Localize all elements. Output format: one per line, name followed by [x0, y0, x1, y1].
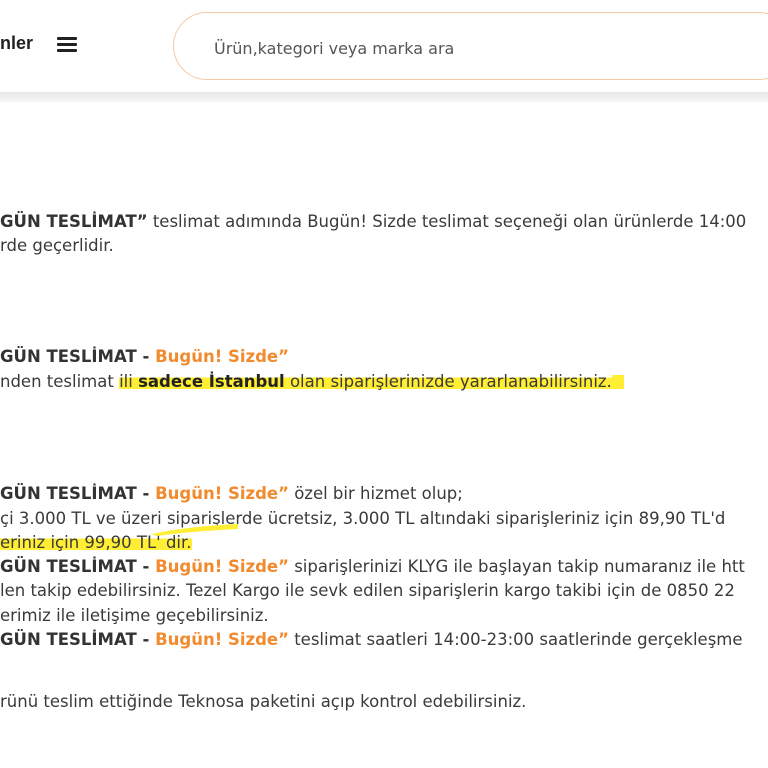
p3-bold: GÜN TESLİMAT - [0, 484, 156, 503]
p3-bold-3: GÜN TESLİMAT - [0, 630, 156, 649]
p3-line-7: GÜN TESLİMAT - Bugün! Sizde” teslimat sa… [0, 628, 743, 652]
p3-text-3: teslimat saatleri 14:00-23:00 saatlerind… [288, 630, 743, 649]
p3-line-5: len takip edebilirsiniz. Tezel Kargo ile… [0, 581, 735, 600]
p2-highlight-1: ili [119, 372, 139, 391]
p3-line-1: GÜN TESLİMAT - Bugün! Sizde” özel bir hi… [0, 482, 463, 506]
p2-highlight-2: olan siparişlerinizde yararlanabilirsini… [284, 372, 612, 391]
p1-text: teslimat adımında Bugün! Sizde teslimat … [147, 212, 747, 231]
p2-highlight-bold: sadece İstanbul [138, 372, 285, 391]
highlight-swoosh [152, 524, 238, 536]
p3-line-6: erimiz ile iletişime geçebilirsiniz. [0, 606, 269, 625]
p3-line-8: rünü teslim ettiğinde Teknosa paketini a… [0, 692, 527, 711]
p3-orange: Bugün! Sizde” [155, 484, 289, 503]
p3-bold-2: GÜN TESLİMAT - [0, 557, 156, 576]
site-header: nler [0, 0, 768, 92]
categories-menu-label[interactable]: nler [0, 33, 33, 54]
header-divider [0, 92, 768, 102]
p2-orange: Bugün! Sizde” [155, 347, 289, 366]
p2-bold: GÜN TESLİMAT - [0, 347, 156, 366]
p2-highlight-tail [611, 375, 624, 389]
p3-orange-2: Bugün! Sizde” [155, 557, 289, 576]
p1-line-1: GÜN TESLİMAT” teslimat adımında Bugün! S… [0, 210, 746, 234]
p3-orange-3: Bugün! Sizde” [155, 630, 289, 649]
p3-text: özel bir hizmet olup; [288, 484, 463, 503]
p2-line-1: GÜN TESLİMAT - Bugün! Sizde” [0, 345, 289, 369]
p1-line-2: rde geçerlidir. [0, 236, 114, 255]
hamburger-menu-icon[interactable] [57, 37, 77, 53]
p2-line-2: nden teslimat ili sadece İstanbul olan s… [0, 370, 624, 394]
p3-line-4: GÜN TESLİMAT - Bugün! Sizde” siparişleri… [0, 555, 745, 579]
p1-bold: GÜN TESLİMAT” [0, 212, 148, 231]
page: nler GÜN TESLİMAT” teslimat adımında Bug… [0, 0, 768, 768]
delivery-info-content: GÜN TESLİMAT” teslimat adımında Bugün! S… [0, 102, 768, 768]
p3-text-2: siparişlerinizi KLYG ile başlayan takip … [288, 557, 745, 576]
p3-line-2: çi 3.000 TL ve üzeri siparişlerde ücrets… [0, 509, 726, 528]
search-bar[interactable] [173, 12, 768, 80]
search-input[interactable] [212, 33, 716, 63]
p2-text-pre: nden teslimat [0, 372, 120, 391]
